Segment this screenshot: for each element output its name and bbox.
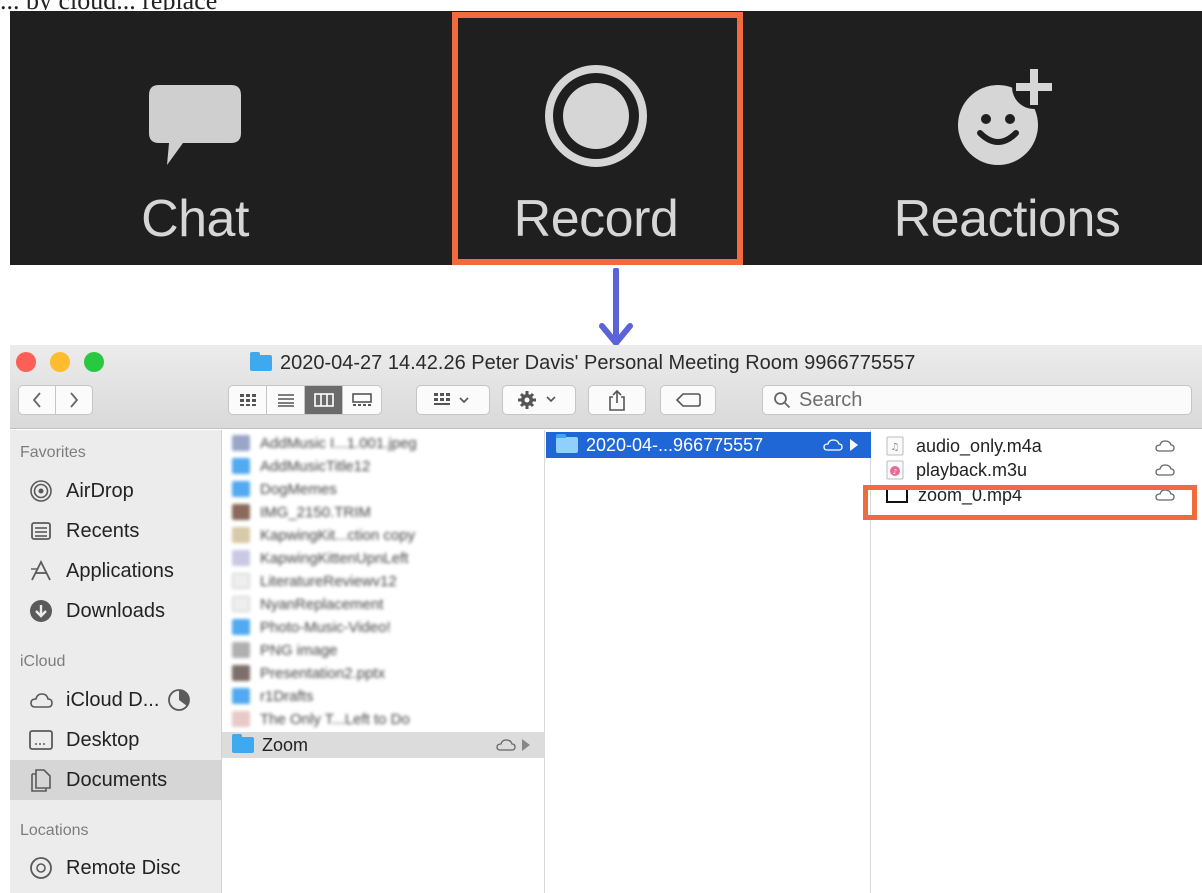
sidebar-heading-locations: Locations [20,822,89,839]
gallery-icon [352,393,372,406]
audio-file-icon: ♫ [886,436,904,456]
list-item-zoom-folder[interactable]: Zoom [222,732,545,758]
storage-pie-icon [168,689,191,711]
column-zoom: 2020-04-...966775557 [546,430,871,893]
list-item[interactable]: The Only T...Left to Do [222,706,545,732]
sidebar-item-label: Recents [66,519,140,542]
close-window-button[interactable] [16,352,36,372]
sidebar-item-label: Desktop [66,728,140,751]
window-title: 2020-04-27 14.42.26 Peter Davis' Persona… [250,349,915,377]
cloud-icon [1155,440,1175,452]
caption-text: ... by cloud... replace [0,0,217,10]
sidebar-item-downloads[interactable]: Downloads [10,591,221,631]
list-item-audio-file[interactable]: ♫ audio_only.m4a [872,433,1202,459]
sidebar-item-desktop[interactable]: Desktop [10,720,221,760]
downloads-icon [28,598,54,624]
columns-icon [313,393,334,407]
list-icon [277,394,294,407]
zoom-file-highlight-box [863,485,1197,520]
svg-text:♪: ♪ [893,468,897,476]
sidebar-item-label: AirDrop [66,479,134,502]
sidebar-heading-favorites: Favorites [20,444,86,461]
finder-titlebar: 2020-04-27 14.42.26 Peter Davis' Persona… [10,345,1202,429]
recents-icon [28,518,54,544]
svg-text:♫: ♫ [891,442,900,453]
chat-bubble-icon [149,85,241,165]
arrow-down-icon [599,268,633,346]
gear-icon [518,391,556,409]
zoom-window-button[interactable] [84,352,104,372]
chevron-right-icon [70,392,79,408]
finder-sidebar: Favorites AirDrop Recents Applications D… [10,430,222,893]
applications-icon [28,558,54,584]
chevron-left-icon [32,392,41,408]
desktop-icon [28,727,54,753]
folder-icon [250,352,272,371]
disclosure-arrow-icon [522,739,530,751]
record-highlight-box [452,12,743,265]
disclosure-arrow-icon [850,439,858,451]
reactions-button[interactable]: Reactions [862,11,1152,265]
window-title-text: 2020-04-27 14.42.26 Peter Davis' Persona… [280,351,916,374]
sidebar-item-documents[interactable]: Documents [10,760,221,800]
share-icon [609,389,625,411]
list-view-button[interactable] [267,386,305,414]
sidebar-item-applications[interactable]: Applications [10,551,221,591]
group-icon [434,393,469,405]
list-item-meeting-folder[interactable]: 2020-04-...966775557 [546,432,871,458]
cloud-icon [823,439,843,451]
airdrop-icon [28,478,54,504]
reactions-label: Reactions [893,190,1121,248]
minimize-window-button[interactable] [50,352,70,372]
column-documents: AddMusic I...1.001.jpeg AddMusicTitle12 … [222,430,545,893]
forward-button[interactable] [55,385,93,415]
sidebar-item-recents[interactable]: Recents [10,511,221,551]
group-by-button[interactable] [416,385,490,415]
chat-button[interactable]: Chat [80,11,310,265]
folder-icon [556,434,578,453]
finder-window: 2020-04-27 14.42.26 Peter Davis' Persona… [10,345,1202,893]
action-menu-button[interactable] [502,385,576,415]
gallery-view-button[interactable] [343,386,381,414]
column-view-button[interactable] [305,386,343,414]
search-icon [774,392,791,409]
chat-label: Chat [141,190,249,248]
cloud-icon [496,739,516,751]
search-placeholder: Search [799,388,863,411]
icon-view-button[interactable] [229,386,267,414]
sidebar-item-label: Remote Disc [66,856,181,879]
cloud-icon [1155,464,1175,476]
meeting-folder-label: 2020-04-...966775557 [586,434,764,455]
documents-icon [28,767,54,793]
remote-disc-icon [28,855,54,881]
tag-icon [675,393,701,407]
reactions-icon [958,65,1056,165]
sidebar-heading-icloud: iCloud [20,653,66,670]
back-button[interactable] [18,385,56,415]
search-input[interactable]: Search [762,385,1192,415]
sidebar-item-label: iCloud D... [66,688,160,711]
icloud-icon [28,687,54,713]
share-button[interactable] [588,385,646,415]
sidebar-item-airdrop[interactable]: AirDrop [10,471,221,511]
sidebar-item-icloud-drive[interactable]: iCloud D... [10,680,221,720]
folder-icon [232,734,254,753]
grid-icon [239,394,256,406]
sidebar-item-label: Downloads [66,599,165,622]
sidebar-item-remote-disc[interactable]: Remote Disc [10,848,221,888]
view-mode-group [228,385,382,415]
sidebar-item-label: Documents [66,768,168,791]
playlist-file-icon: ♪ [886,460,904,480]
list-item-playlist-file[interactable]: ♪ playback.m3u [872,457,1202,483]
tag-button[interactable] [660,385,716,415]
sidebar-item-label: Applications [66,559,174,582]
zoom-folder-label: Zoom [262,734,309,755]
